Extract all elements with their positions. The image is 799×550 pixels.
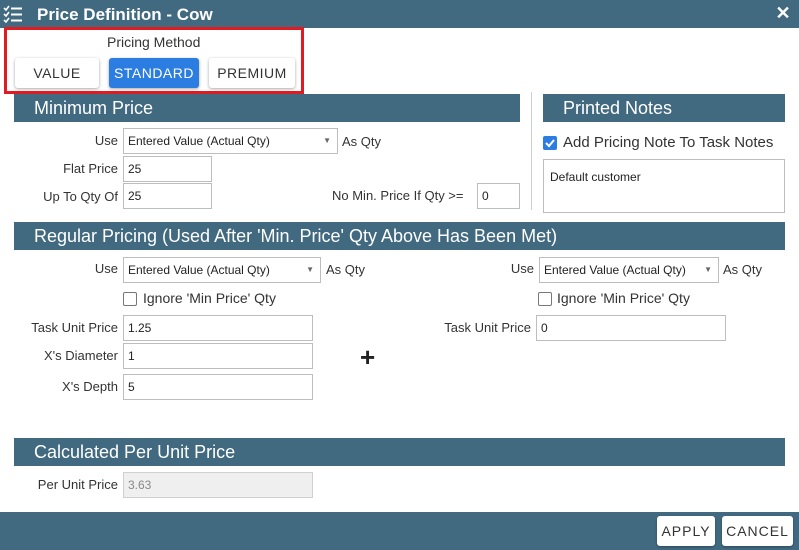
min-use-select[interactable]: Entered Value (Actual Qty) ▼ bbox=[123, 128, 338, 154]
depth-input[interactable]: 5 bbox=[123, 374, 313, 400]
reg-left-use-select-value: Entered Value (Actual Qty) bbox=[128, 263, 270, 277]
no-min-price-label: No Min. Price If Qty >= bbox=[332, 188, 464, 203]
reg-left-ignore-min-label: Ignore 'Min Price' Qty bbox=[143, 290, 276, 306]
depth-label: X's Depth bbox=[62, 379, 118, 394]
reg-right-use-select[interactable]: Entered Value (Actual Qty) ▼ bbox=[539, 257, 719, 283]
per-unit-price-input: 3.63 bbox=[123, 472, 313, 498]
section-divider bbox=[531, 92, 532, 210]
calculated-price-header: Calculated Per Unit Price bbox=[14, 438, 785, 466]
close-icon[interactable]: ✕ bbox=[773, 3, 793, 23]
window-title: Price Definition - Cow bbox=[37, 5, 213, 24]
reg-right-use-select-value: Entered Value (Actual Qty) bbox=[544, 263, 686, 277]
reg-right-task-unit-price-input[interactable]: 0 bbox=[536, 315, 726, 341]
min-use-select-value: Entered Value (Actual Qty) bbox=[128, 134, 270, 148]
checklist-icon[interactable] bbox=[3, 5, 23, 23]
pricing-method-value-button[interactable]: VALUE bbox=[15, 58, 99, 88]
reg-right-as-qty-label: As Qty bbox=[723, 262, 763, 277]
pricing-note-textarea[interactable]: Default customer bbox=[543, 159, 785, 213]
reg-right-task-unit-price-label: Task Unit Price bbox=[444, 320, 531, 335]
reg-right-ignore-min-checkbox[interactable] bbox=[538, 292, 552, 306]
reg-left-ignore-min-checkbox[interactable] bbox=[123, 292, 137, 306]
flat-price-label: Flat Price bbox=[63, 161, 118, 176]
up-to-qty-label: Up To Qty Of bbox=[43, 189, 118, 204]
flat-price-input[interactable]: 25 bbox=[123, 156, 212, 182]
regular-pricing-header: Regular Pricing (Used After 'Min. Price'… bbox=[14, 222, 785, 250]
reg-right-use-label: Use bbox=[510, 261, 534, 276]
reg-left-as-qty-label: As Qty bbox=[326, 262, 366, 277]
printed-notes-header: Printed Notes bbox=[543, 94, 785, 122]
chevron-down-icon: ▼ bbox=[306, 265, 314, 274]
reg-left-task-unit-price-label: Task Unit Price bbox=[31, 320, 118, 335]
diameter-input[interactable]: 1 bbox=[123, 343, 313, 369]
reg-right-ignore-min-label: Ignore 'Min Price' Qty bbox=[557, 290, 690, 306]
pricing-method-premium-button[interactable]: PREMIUM bbox=[209, 58, 295, 88]
checkmark-icon bbox=[545, 139, 555, 148]
pricing-method-label: Pricing Method bbox=[107, 34, 201, 50]
pricing-method-standard-button[interactable]: STANDARD bbox=[109, 58, 199, 88]
reg-left-use-select[interactable]: Entered Value (Actual Qty) ▼ bbox=[123, 257, 321, 283]
reg-left-use-label: Use bbox=[94, 261, 118, 276]
minimum-price-header: Minimum Price bbox=[14, 94, 520, 122]
min-as-qty-label: As Qty bbox=[342, 134, 382, 149]
apply-button[interactable]: APPLY bbox=[657, 516, 715, 546]
cancel-button[interactable]: CANCEL bbox=[722, 516, 793, 546]
no-min-price-input[interactable]: 0 bbox=[477, 183, 520, 209]
diameter-label: X's Diameter bbox=[43, 348, 118, 363]
chevron-down-icon: ▼ bbox=[323, 136, 331, 145]
up-to-qty-input[interactable]: 25 bbox=[123, 183, 212, 209]
plus-icon: + bbox=[360, 342, 376, 372]
min-use-label: Use bbox=[94, 133, 118, 148]
reg-left-task-unit-price-input[interactable]: 1.25 bbox=[123, 315, 313, 341]
add-pricing-note-checkbox[interactable] bbox=[543, 136, 557, 150]
chevron-down-icon: ▼ bbox=[704, 265, 712, 274]
per-unit-price-label: Per Unit Price bbox=[37, 477, 118, 492]
add-pricing-note-label: Add Pricing Note To Task Notes bbox=[563, 134, 774, 151]
